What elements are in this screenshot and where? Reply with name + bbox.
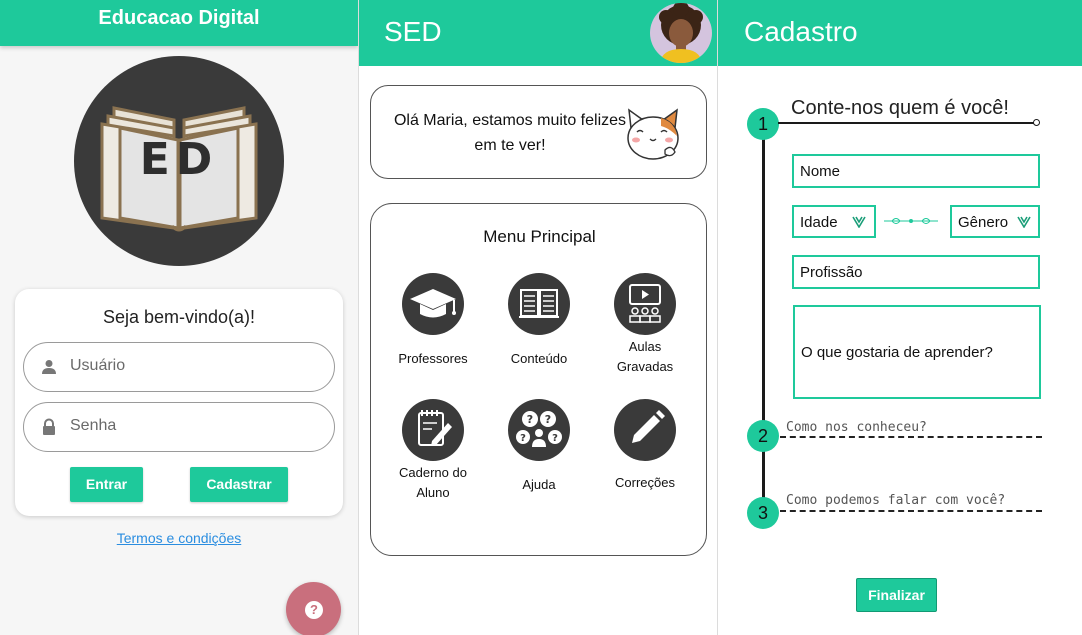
app-title: Educacao Digital bbox=[98, 7, 260, 29]
svg-text:?: ? bbox=[520, 433, 526, 444]
profession-placeholder: Profissão bbox=[800, 264, 863, 281]
app-header: Educacao Digital bbox=[0, 0, 358, 46]
register-screen: Cadastro 1 Conte-nos quem é você! Nome I… bbox=[718, 0, 1082, 635]
step-3-badge: 3 bbox=[747, 497, 779, 529]
logo: ED bbox=[74, 56, 284, 266]
vine-ornament-icon bbox=[884, 218, 938, 224]
name-input[interactable]: Nome bbox=[792, 154, 1040, 188]
menu-item-conteudo[interactable]: Conteúdo bbox=[491, 273, 587, 383]
age-select[interactable]: Idade bbox=[792, 205, 876, 238]
greeting-text: Olá Maria, estamos muito felizes em te v… bbox=[393, 112, 627, 154]
logo-text: ED bbox=[139, 134, 219, 185]
learning-goals-textarea[interactable]: O que gostaria de aprender? bbox=[793, 305, 1041, 399]
menu-item-label: Aulas Gravadas bbox=[616, 339, 674, 374]
password-placeholder: Senha bbox=[70, 417, 117, 434]
menu-item-correcoes[interactable]: Correções bbox=[597, 399, 693, 509]
user-avatar-icon bbox=[659, 3, 703, 63]
chevron-down-icon bbox=[1017, 216, 1031, 228]
svg-text:?: ? bbox=[552, 433, 558, 444]
book-icon bbox=[519, 289, 559, 318]
cat-mascot-icon bbox=[627, 108, 679, 160]
login-button[interactable]: Entrar bbox=[70, 467, 143, 502]
video-class-icon bbox=[629, 284, 661, 323]
menu-title: Menu Principal bbox=[483, 227, 596, 246]
pencil-icon bbox=[632, 410, 665, 443]
step-3-line bbox=[780, 510, 1042, 512]
main-menu-card: Menu Principal Professores Conteúdo Aula… bbox=[370, 203, 707, 556]
menu-item-label: Conteúdo bbox=[510, 351, 568, 366]
login-screen: Educacao Digital ED Seja bem-vindo(a)! U bbox=[0, 0, 358, 635]
menu-item-professores[interactable]: Professores bbox=[385, 273, 481, 383]
learning-goals-placeholder: O que gostaria de aprender? bbox=[801, 344, 993, 361]
welcome-text: Seja bem-vindo(a)! bbox=[102, 307, 256, 327]
app-title: SED bbox=[384, 16, 442, 47]
menu-item-label: Caderno do Aluno bbox=[399, 465, 467, 500]
step-1-underline bbox=[778, 122, 1034, 124]
menu-item-aulas-gravadas[interactable]: Aulas Gravadas bbox=[597, 273, 693, 383]
chevron-down-icon bbox=[852, 216, 866, 228]
terms-link[interactable]: Termos e condições bbox=[0, 530, 358, 546]
step-1-line-end bbox=[1033, 119, 1040, 126]
app-header: SED bbox=[359, 0, 717, 66]
username-field[interactable]: Usuário bbox=[23, 342, 335, 392]
name-placeholder: Nome bbox=[800, 163, 841, 180]
notebook-icon bbox=[418, 410, 452, 446]
age-placeholder: Idade bbox=[800, 214, 838, 231]
profession-input[interactable]: Profissão bbox=[792, 255, 1040, 289]
page-title: Cadastro bbox=[744, 16, 858, 47]
step-2-badge: 2 bbox=[747, 420, 779, 452]
menu-item-caderno[interactable]: Caderno do Aluno bbox=[385, 399, 481, 509]
register-button[interactable]: Cadastrar bbox=[190, 467, 288, 502]
step-2-line bbox=[780, 436, 1042, 438]
username-placeholder: Usuário bbox=[70, 357, 126, 374]
help-people-icon: ? ? ? ? bbox=[516, 411, 562, 447]
gender-select[interactable]: Gênero bbox=[950, 205, 1040, 238]
svg-text:?: ? bbox=[545, 413, 551, 426]
step-2-prompt[interactable]: Como nos conheceu? bbox=[786, 420, 927, 435]
graduation-cap-icon bbox=[410, 289, 456, 318]
svg-text:?: ? bbox=[527, 413, 533, 426]
step-3-prompt[interactable]: Como podemos falar com você? bbox=[786, 493, 1005, 508]
menu-item-ajuda[interactable]: ? ? ? ? Ajuda bbox=[491, 399, 587, 509]
password-field[interactable]: Senha bbox=[23, 402, 335, 452]
gender-placeholder: Gênero bbox=[958, 214, 1009, 231]
step-1-badge: 1 bbox=[747, 108, 779, 140]
user-icon bbox=[42, 360, 56, 374]
menu-item-label: Ajuda bbox=[522, 477, 556, 492]
progress-line bbox=[762, 118, 765, 518]
help-button[interactable]: ? bbox=[286, 582, 341, 635]
help-icon: ? bbox=[305, 601, 323, 619]
app-header: Cadastro bbox=[718, 0, 1082, 66]
menu-item-label: Professores bbox=[398, 351, 468, 366]
lock-icon bbox=[43, 418, 55, 435]
finish-button[interactable]: Finalizar bbox=[856, 578, 937, 612]
avatar[interactable] bbox=[650, 3, 712, 63]
step-1-title: Conte-nos quem é você! bbox=[791, 97, 1009, 119]
greeting-card: Olá Maria, estamos muito felizes em te v… bbox=[370, 85, 707, 179]
login-card: Seja bem-vindo(a)! Usuário Senha Entrar … bbox=[15, 289, 343, 516]
menu-item-label: Correções bbox=[615, 475, 675, 490]
menu-screen: SED Olá Maria, estamos muito felizes em … bbox=[359, 0, 717, 635]
